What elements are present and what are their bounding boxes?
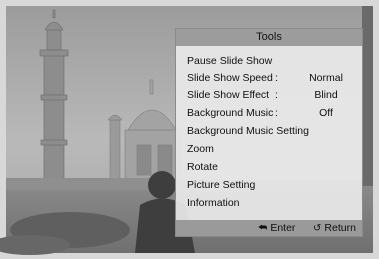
return-icon: ↺ (313, 223, 322, 234)
menu-item-background-music[interactable]: Background Music : Off (187, 106, 333, 120)
panel-footer: ⮪ Enter ↺ Return (176, 220, 362, 236)
menu-item-background-music-setting[interactable]: Background Music Setting (187, 124, 309, 138)
menu-item-label: Slide Show Speed (187, 72, 273, 84)
menu-item-rotate[interactable]: Rotate (187, 160, 218, 174)
panel-title: Tools (176, 29, 362, 46)
tools-menu-panel: Tools Pause Slide Show Slide Show Speed … (175, 28, 363, 237)
enter-icon: ⮪ (258, 223, 268, 234)
menu-item-label: Information (187, 197, 240, 209)
menu-item-label: Background Music Setting (187, 125, 309, 137)
return-label: Return (324, 222, 356, 234)
menu-item-picture-setting[interactable]: Picture Setting (187, 178, 255, 192)
menu-item-value: Blind (314, 89, 338, 101)
menu-item-label: Zoom (187, 143, 214, 155)
menu-item-label: Background Music (187, 107, 274, 119)
menu-item-value: Off (319, 107, 333, 119)
return-button[interactable]: ↺ Return (313, 220, 356, 236)
menu-item-information[interactable]: Information (187, 196, 240, 210)
menu-item-label: Rotate (187, 161, 218, 173)
menu-item-label: Slide Show Effect (187, 89, 270, 101)
menu-item-slide-show-effect[interactable]: Slide Show Effect : Blind (187, 88, 338, 102)
menu-item-label: Picture Setting (187, 179, 256, 191)
menu-item-label: Pause Slide Show (187, 55, 273, 67)
menu-item-zoom[interactable]: Zoom (187, 142, 214, 156)
menu-item-separator: : (275, 72, 278, 84)
menu-item-separator: : (275, 107, 278, 119)
menu-item-slide-show-speed[interactable]: Slide Show Speed : Normal (187, 71, 343, 85)
menu-item-pause-slide-show[interactable]: Pause Slide Show (187, 54, 272, 68)
enter-button[interactable]: ⮪ Enter (258, 220, 295, 236)
slideshow-screen: Tools Pause Slide Show Slide Show Speed … (0, 0, 379, 259)
menu-item-value: Normal (309, 72, 343, 84)
menu-item-separator: : (275, 89, 278, 101)
enter-label: Enter (270, 222, 296, 234)
